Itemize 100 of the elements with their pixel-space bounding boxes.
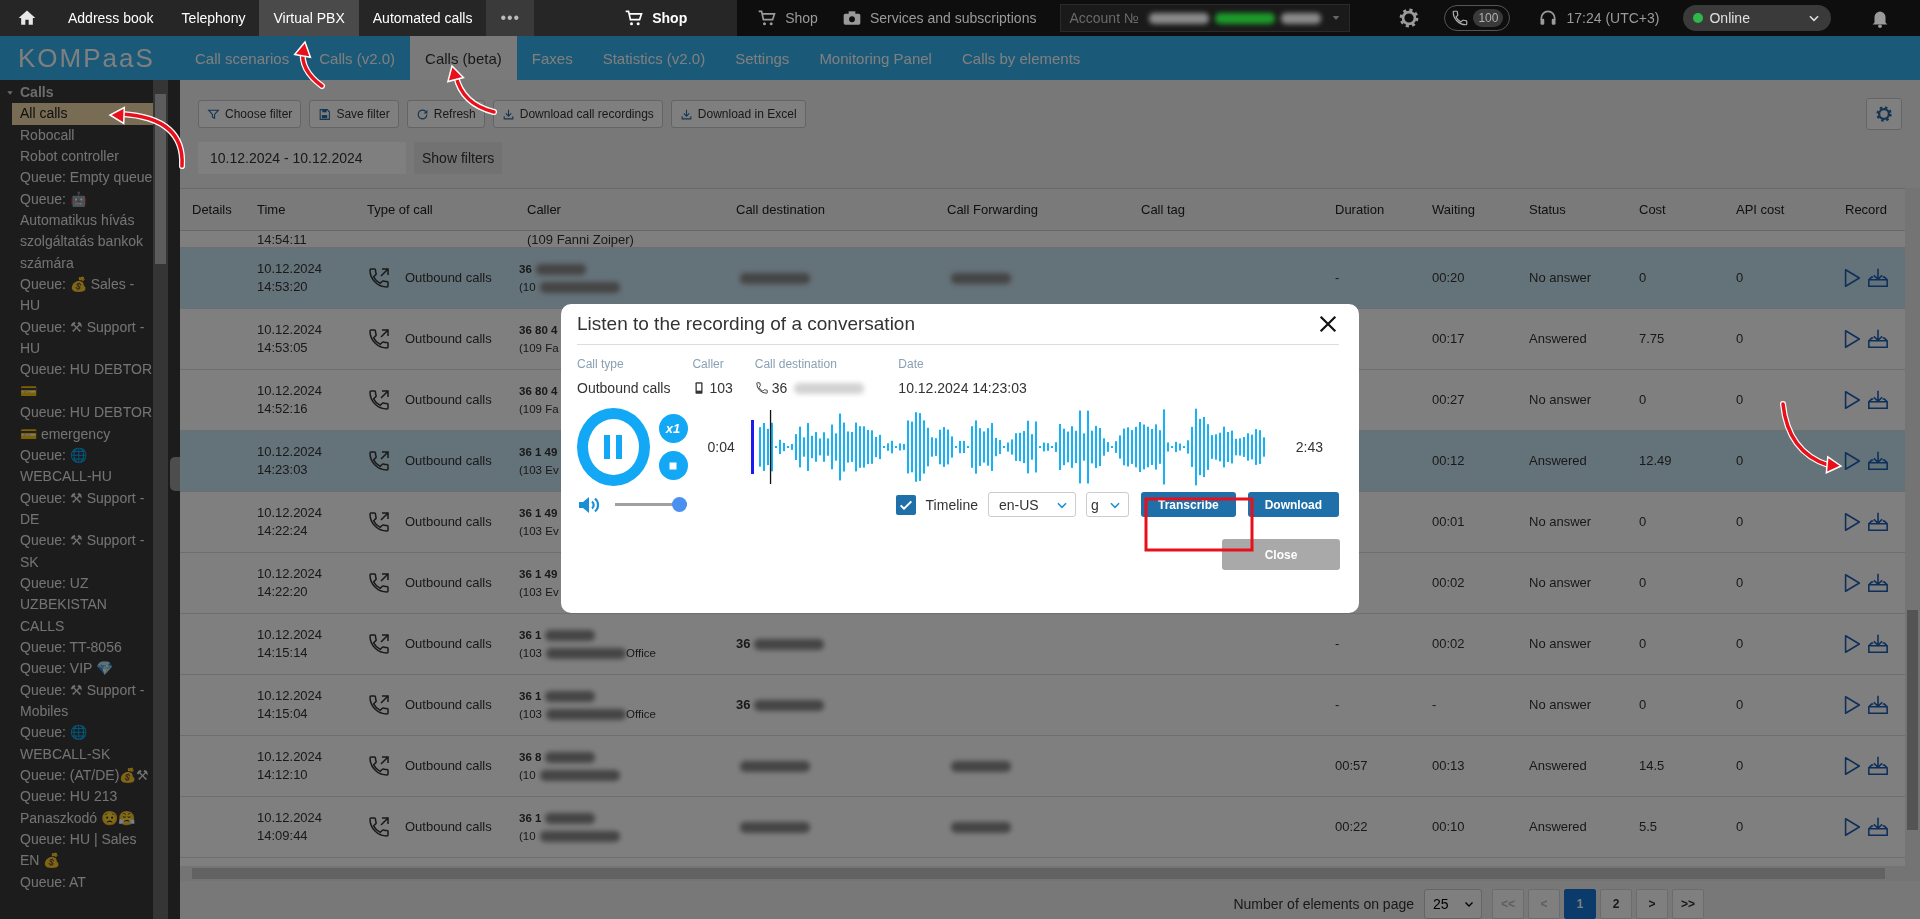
caller-name: (10 xyxy=(519,280,536,295)
table-cell-text: 0 xyxy=(1735,391,1745,409)
table-cell-text: Answered xyxy=(1528,757,1588,775)
table-cell-text: No answer xyxy=(1528,391,1593,409)
table-cell-text: Answered xyxy=(1528,452,1588,470)
table-cell-text: 00:22 xyxy=(1334,818,1369,836)
table-cell-text: 0 xyxy=(1735,574,1745,592)
table-cell-text: 00:27 xyxy=(1431,391,1466,409)
field-label: Call type xyxy=(577,357,625,371)
table-cell-text: 0 xyxy=(1735,513,1745,531)
account-label: Account № xyxy=(1069,10,1139,26)
date-text: 10.12.2024 xyxy=(257,748,323,766)
time-text: 14:22:20 xyxy=(257,583,308,601)
table-cell-text: 00:57 xyxy=(1334,757,1369,775)
time-text: 14:23:03 xyxy=(257,461,308,479)
table-cell-text: Answered xyxy=(1528,818,1588,836)
table-cell-text: Answered xyxy=(1528,330,1588,348)
call-type-text: Outbound calls xyxy=(405,391,492,409)
table-cell-text: No answer xyxy=(1528,269,1593,287)
caller-name: (10 xyxy=(519,829,536,844)
table-cell-text: 0 xyxy=(1735,269,1745,287)
total-time: 2:43 xyxy=(1295,439,1323,455)
time-label: 17:24 (UTC+3) xyxy=(1566,10,1660,26)
column-header: Call tag xyxy=(1140,201,1187,219)
column-header: Time xyxy=(256,201,287,219)
date-text: 10.12.2024 xyxy=(257,626,323,644)
elapsed-time: 0:04 xyxy=(707,439,735,455)
field-label: Date xyxy=(898,357,925,371)
caller-number: 36 1 xyxy=(519,689,542,704)
call-type-text: Outbound calls xyxy=(405,696,492,714)
caller-number: 36 1 49 xyxy=(519,567,558,582)
select-value: g xyxy=(1090,496,1099,513)
caller-number: 36 80 4 xyxy=(519,384,558,399)
page-size-value: 25 xyxy=(1433,896,1449,912)
table-cell-text: 0 xyxy=(1735,452,1745,470)
table-cell-text: No answer xyxy=(1528,635,1593,653)
column-header: Status xyxy=(1528,201,1567,219)
table-cell-text: 00:13 xyxy=(1431,757,1466,775)
table-cell-text: 00:02 xyxy=(1431,635,1466,653)
table-cell-text: No answer xyxy=(1528,696,1593,714)
column-header: Call Forwarding xyxy=(946,201,1040,219)
date-text: 10.12.2024 xyxy=(257,809,323,827)
date-text: 10.12.2024 xyxy=(257,382,323,400)
caller-number: 36 xyxy=(519,262,532,277)
field-value: Outbound calls xyxy=(577,380,671,396)
date-text: 10.12.2024 xyxy=(257,504,323,522)
date-text: 10.12.2024 xyxy=(257,565,323,583)
field-value: 36 xyxy=(771,380,788,396)
caller-number: 36 1 49 xyxy=(519,445,558,460)
column-header: Details xyxy=(191,201,233,219)
table-cell-text: - xyxy=(1334,696,1341,714)
table-cell-text: - xyxy=(1431,696,1438,714)
time-text: 14:52:16 xyxy=(257,400,308,418)
caller-name: (103 xyxy=(519,646,543,661)
caller-name: (103 xyxy=(519,707,543,722)
table-cell-text: 00:20 xyxy=(1431,269,1466,287)
time-text: 14:53:20 xyxy=(257,278,308,296)
caller-number: 36 1 xyxy=(519,628,542,643)
table-cell-text: 0 xyxy=(1638,574,1648,592)
caller-name: (103 Ev xyxy=(519,463,559,478)
page-size-label: Number of elements on page xyxy=(1233,896,1414,912)
call-type-text: Outbound calls xyxy=(405,818,492,836)
caller-name: (10 xyxy=(519,768,536,783)
call-type-text: Outbound calls xyxy=(405,330,492,348)
caller-name: (109 Fa xyxy=(519,341,559,356)
time-text: 14:15:14 xyxy=(257,644,308,662)
field-label: Caller xyxy=(692,357,725,371)
table-cell-text: 5.5 xyxy=(1638,818,1659,836)
time-text: 14:12:10 xyxy=(257,766,308,784)
lines-count: 100 xyxy=(1473,9,1504,27)
table-cell-text: No answer xyxy=(1528,513,1593,531)
table-cell-text: 0 xyxy=(1638,269,1648,287)
caller-number: 36 8 xyxy=(519,750,542,765)
table-cell-text: 00:02 xyxy=(1431,574,1466,592)
column-header: Cost xyxy=(1638,201,1667,219)
caller-number: 36 80 4 xyxy=(519,323,558,338)
table-cell-text: 0 xyxy=(1638,513,1648,531)
table-cell-text: 0 xyxy=(1735,818,1745,836)
date-text: 10.12.2024 xyxy=(257,687,323,705)
caller-name: (103 Ev xyxy=(519,585,559,600)
column-header: Waiting xyxy=(1431,201,1476,219)
table-cell-text: 00:01 xyxy=(1431,513,1466,531)
table-cell-text: 0 xyxy=(1735,330,1745,348)
field-label: Call destination xyxy=(754,357,838,371)
date-text: 10.12.2024 xyxy=(257,260,323,278)
status-label: Online xyxy=(1709,10,1750,26)
table-cell-text: 0 xyxy=(1735,757,1745,775)
caller-office: Office xyxy=(626,646,656,661)
table-cell-text: - xyxy=(1334,635,1341,653)
table-cell-text: 14.5 xyxy=(1638,757,1666,775)
table-cell-text: 0 xyxy=(1638,696,1648,714)
caller-office: Office xyxy=(626,707,656,722)
table-cell-text: 12.49 xyxy=(1638,452,1673,470)
time-text: 14:22:24 xyxy=(257,522,308,540)
table-cell-text: 7.75 xyxy=(1638,330,1666,348)
table-cell-text: 00:10 xyxy=(1431,818,1466,836)
checkbox-label: Timeline xyxy=(925,496,978,513)
call-type-text: Outbound calls xyxy=(405,757,492,775)
destination-number: 36 xyxy=(736,636,751,651)
call-type-text: Outbound calls xyxy=(405,574,492,592)
